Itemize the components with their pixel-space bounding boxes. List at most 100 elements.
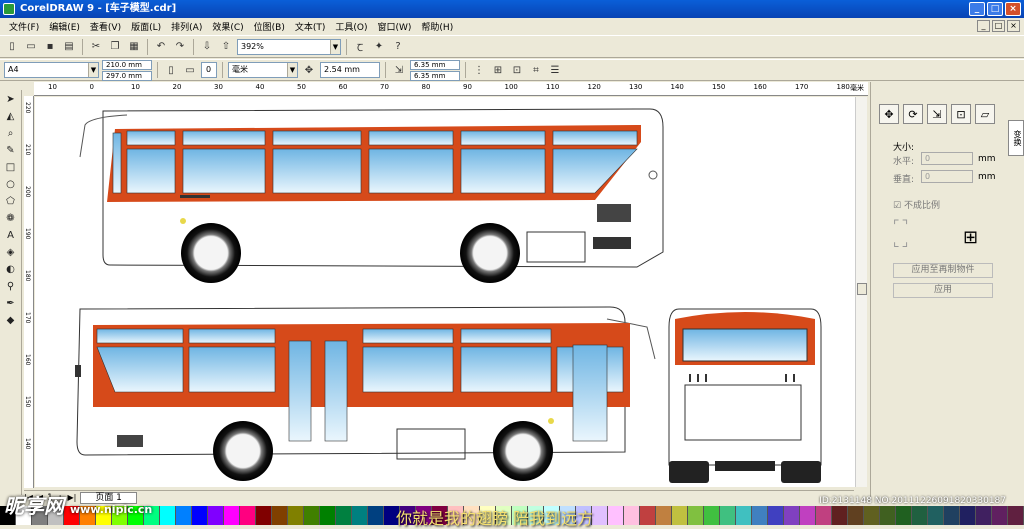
zoom-tool-icon[interactable]: ⌕ [2, 126, 20, 141]
skew-icon[interactable]: ▱ [975, 104, 995, 124]
minimize-button[interactable]: _ [969, 2, 985, 16]
color-swatch[interactable] [752, 506, 768, 525]
color-swatch[interactable] [224, 506, 240, 525]
transparency-tool-icon[interactable]: ◐ [2, 262, 20, 277]
color-swatch[interactable] [240, 506, 256, 525]
copy-icon[interactable]: ❐ [107, 39, 123, 55]
corel-icon[interactable]: ✦ [371, 39, 387, 55]
cut-icon[interactable]: ✂ [88, 39, 104, 55]
color-swatch[interactable] [592, 506, 608, 525]
menu-edit[interactable]: 编辑(E) [44, 20, 85, 33]
color-swatch[interactable] [640, 506, 656, 525]
spiral-tool-icon[interactable]: ❁ [2, 211, 20, 226]
color-swatch[interactable] [832, 506, 848, 525]
color-swatch[interactable] [880, 506, 896, 525]
color-swatch[interactable] [768, 506, 784, 525]
position-icon[interactable]: ✥ [879, 104, 899, 124]
horizontal-size-field[interactable]: 0 [921, 152, 973, 165]
color-swatch[interactable] [784, 506, 800, 525]
menu-effects[interactable]: 效果(C) [207, 20, 248, 33]
close-button[interactable]: × [1005, 2, 1021, 16]
polygon-tool-icon[interactable]: ⬠ [2, 194, 20, 209]
export-icon[interactable]: ⇧ [218, 39, 234, 55]
color-swatch[interactable] [928, 506, 944, 525]
color-swatch[interactable] [848, 506, 864, 525]
undo-icon[interactable]: ↶ [153, 39, 169, 55]
text-tool-icon[interactable]: A [2, 228, 20, 243]
open-icon[interactable]: ▭ [23, 39, 39, 55]
fill-tool-icon[interactable]: ◆ [2, 313, 20, 328]
color-swatch[interactable] [672, 506, 688, 525]
apply-to-duplicate-button[interactable]: 应用至再制物件 [893, 263, 993, 278]
maximize-button[interactable]: □ [987, 2, 1003, 16]
menu-layout[interactable]: 版面(L) [126, 20, 166, 33]
doc-minimize-button[interactable]: _ [977, 20, 990, 32]
redo-icon[interactable]: ↷ [172, 39, 188, 55]
color-swatch[interactable] [304, 506, 320, 525]
pick-tool-icon[interactable]: ➤ [2, 92, 20, 107]
apply-button[interactable]: 应用 [893, 283, 993, 298]
color-swatch[interactable] [192, 506, 208, 525]
scrollbar-thumb[interactable] [857, 283, 867, 295]
menu-tools[interactable]: 工具(O) [330, 20, 372, 33]
doc-restore-button[interactable]: □ [992, 20, 1005, 32]
color-swatch[interactable] [256, 506, 272, 525]
color-swatch[interactable] [944, 506, 960, 525]
color-swatch[interactable] [160, 506, 176, 525]
scale-icon[interactable]: ⇲ [927, 104, 947, 124]
rotate-icon[interactable]: ⟳ [903, 104, 923, 124]
rectangle-tool-icon[interactable]: □ [2, 160, 20, 175]
color-swatch[interactable] [896, 506, 912, 525]
color-swatch[interactable] [320, 506, 336, 525]
color-swatch[interactable] [368, 506, 384, 525]
snap-to-grid-icon[interactable]: ⋮ [471, 62, 487, 78]
page-height-field[interactable]: 297.0 mm [102, 70, 152, 81]
color-swatch[interactable] [272, 506, 288, 525]
freehand-tool-icon[interactable]: ✎ [2, 143, 20, 158]
menu-window[interactable]: 窗口(W) [373, 20, 417, 33]
save-icon[interactable]: ▪ [42, 39, 58, 55]
color-swatch[interactable] [992, 506, 1008, 525]
dynamic-guides-icon[interactable]: ⌗ [528, 62, 544, 78]
snap-to-objects-icon[interactable]: ⊡ [509, 62, 525, 78]
color-swatch[interactable] [1008, 506, 1024, 525]
color-swatch[interactable] [656, 506, 672, 525]
color-swatch[interactable] [208, 506, 224, 525]
color-swatch[interactable] [288, 506, 304, 525]
drawing-canvas[interactable] [35, 97, 855, 487]
eyedropper-tool-icon[interactable]: ⚲ [2, 279, 20, 294]
duplicate-y-field[interactable]: 6.35 mm [410, 70, 460, 81]
color-swatch[interactable] [960, 506, 976, 525]
color-swatch[interactable] [976, 506, 992, 525]
units-select[interactable]: 毫米 ▼ [228, 62, 298, 78]
color-swatch[interactable] [608, 506, 624, 525]
interactive-fill-icon[interactable]: ◈ [2, 245, 20, 260]
vertical-size-field[interactable]: 0 [921, 170, 973, 183]
color-swatch[interactable] [864, 506, 880, 525]
application-launcher-icon[interactable]: Ꞇ [352, 39, 368, 55]
color-swatch[interactable] [800, 506, 816, 525]
anchor-grid[interactable]: ⌜⌝ ⌞⌟ [893, 218, 910, 250]
options-icon[interactable]: ☰ [547, 62, 563, 78]
menu-text[interactable]: 文本(T) [290, 20, 331, 33]
color-swatch[interactable] [688, 506, 704, 525]
color-swatch[interactable] [736, 506, 752, 525]
color-swatch[interactable] [720, 506, 736, 525]
import-icon[interactable]: ⇩ [199, 39, 215, 55]
color-swatch[interactable] [352, 506, 368, 525]
menu-help[interactable]: 帮助(H) [416, 20, 458, 33]
color-swatch[interactable] [176, 506, 192, 525]
outline-tool-icon[interactable]: ✒ [2, 296, 20, 311]
page-count-field[interactable]: 0 [201, 62, 217, 78]
landscape-icon[interactable]: ▭ [182, 62, 198, 78]
non-proportional-checkbox[interactable]: ☑ 不成比例 [893, 198, 940, 211]
snap-to-guidelines-icon[interactable]: ⊞ [490, 62, 506, 78]
nudge-offset-field[interactable]: 2.54 mm [320, 62, 380, 78]
color-swatch[interactable] [704, 506, 720, 525]
menu-bitmaps[interactable]: 位图(B) [249, 20, 290, 33]
zoom-level-select[interactable]: 392% ▼ [237, 38, 341, 55]
color-swatch[interactable] [816, 506, 832, 525]
paste-icon[interactable]: ▦ [126, 39, 142, 55]
new-icon[interactable]: ▯ [4, 39, 20, 55]
duplicate-x-field[interactable]: 6.35 mm [410, 59, 460, 70]
